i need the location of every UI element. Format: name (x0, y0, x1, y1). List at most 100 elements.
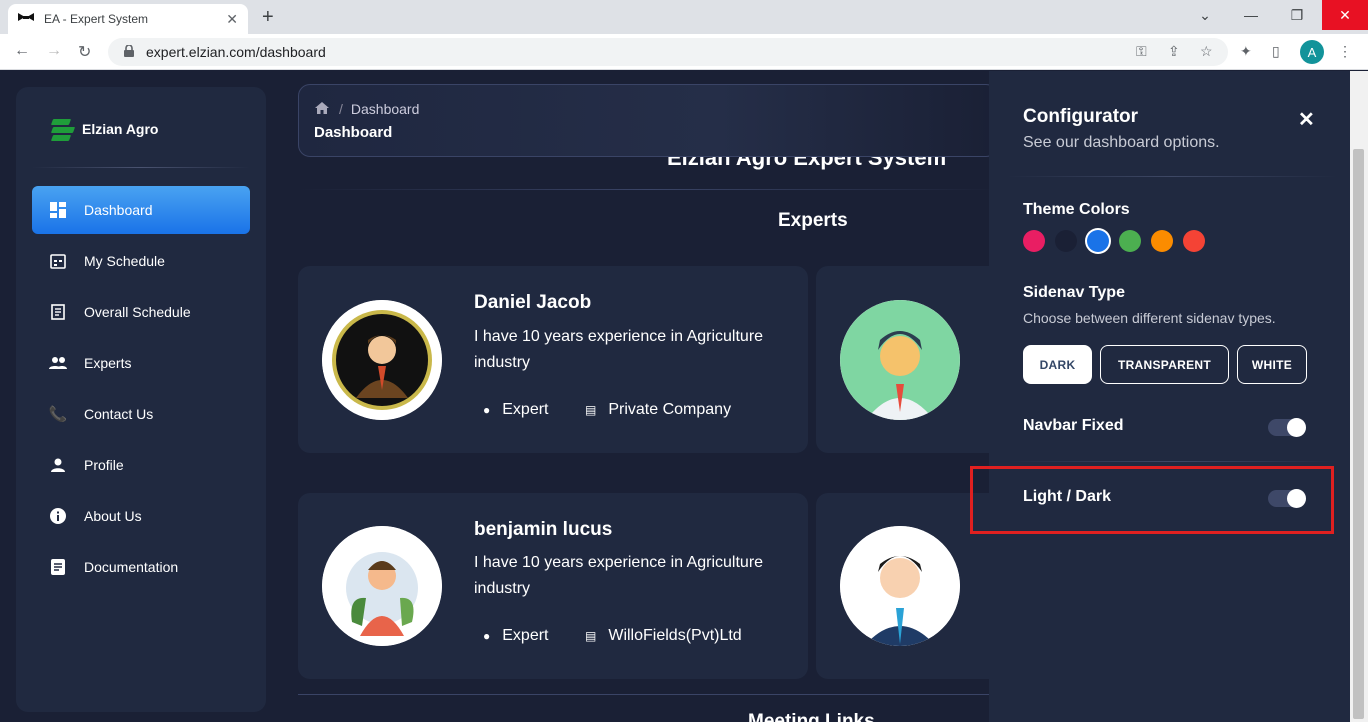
new-tab-icon[interactable]: + (262, 6, 274, 29)
theme-color-swatches (1023, 230, 1215, 252)
account-circle-icon: ● (483, 403, 491, 417)
sidebar-item-profile[interactable]: Profile (32, 441, 250, 489)
sidenav-dark-button[interactable]: DARK (1023, 345, 1092, 384)
theme-color-swatch[interactable] (1055, 230, 1077, 252)
tab-favicon-icon (18, 12, 34, 26)
scrollbar-thumb[interactable] (1353, 149, 1364, 719)
sidenav: Elzian Agro Dashboard My Schedule Overal… (16, 87, 266, 712)
theme-color-swatch[interactable] (1151, 230, 1173, 252)
sidebar-item-documentation[interactable]: Documentation (32, 543, 250, 591)
expert-name: Daniel Jacob (474, 292, 592, 313)
sidebar-item-label: Overall Schedule (84, 304, 191, 320)
home-icon[interactable] (315, 101, 329, 117)
section-divider (298, 189, 998, 190)
theme-colors-label: Theme Colors (1023, 201, 1130, 218)
theme-color-swatch[interactable] (1119, 230, 1141, 252)
close-icon[interactable]: ✕ (1298, 107, 1315, 132)
browser-tab[interactable]: EA - Expert System ✕ (8, 4, 248, 34)
expert-card[interactable]: benjamin lucus I have 10 years experienc… (298, 493, 808, 679)
sidenav-transparent-button[interactable]: TRANSPARENT (1100, 345, 1229, 384)
star-icon[interactable]: ☆ (1200, 43, 1213, 60)
navbar-fixed-label: Navbar Fixed (1023, 417, 1124, 434)
page-scrollbar[interactable] (1350, 71, 1368, 722)
sidebar-item-my-schedule[interactable]: My Schedule (32, 237, 250, 285)
configurator-divider (1007, 176, 1337, 177)
expert-company: ▤ Private Company (585, 401, 731, 419)
expert-name: benjamin lucus (474, 519, 613, 540)
configurator-panel: Configurator See our dashboard options. … (989, 71, 1350, 722)
configurator-subtitle: See our dashboard options. (1023, 134, 1220, 151)
sidenav-menu: Dashboard My Schedule Overall Schedule E… (32, 186, 250, 594)
breadcrumb: / Dashboard (315, 101, 419, 117)
people-icon (48, 353, 68, 373)
sidenav-type-buttons: DARK TRANSPARENT WHITE (1023, 345, 1315, 384)
share-icon[interactable]: ⇪ (1168, 43, 1180, 60)
brand-logo-icon (48, 115, 76, 143)
tab-search-icon[interactable]: ⌄ (1182, 0, 1228, 30)
expert-avatar (840, 300, 960, 420)
expert-role-label: Expert (502, 627, 549, 644)
info-icon (48, 506, 68, 526)
expert-description: I have 10 years experience in Agricultur… (474, 554, 764, 597)
expert-role-label: Expert (502, 401, 549, 418)
theme-color-swatch[interactable] (1087, 230, 1109, 252)
brand[interactable]: Elzian Agro (48, 115, 159, 143)
menu-icon[interactable]: ⋮ (1338, 43, 1352, 60)
expert-avatar (322, 526, 442, 646)
key-icon[interactable]: ⚿ (1136, 43, 1147, 60)
expert-role: ● Expert (483, 401, 549, 419)
sidebar-item-label: My Schedule (84, 253, 165, 269)
brand-name: Elzian Agro (82, 121, 159, 137)
sidenav-white-button[interactable]: WHITE (1237, 345, 1307, 384)
expert-company-label: Private Company (608, 401, 732, 418)
sidebar-item-label: Contact Us (84, 406, 154, 422)
sidebar-item-contact-us[interactable]: 📞 Contact Us (32, 390, 250, 438)
side-panel-icon[interactable]: ▯ (1272, 43, 1280, 60)
expert-card[interactable] (816, 266, 1016, 453)
person-icon (48, 455, 68, 475)
receipt-icon (48, 302, 68, 322)
configurator-title: Configurator (1023, 106, 1139, 127)
building-icon: ▤ (585, 403, 597, 417)
toggle-knob (1287, 418, 1306, 437)
theme-color-swatch[interactable] (1023, 230, 1045, 252)
sidebar-item-about-us[interactable]: About Us (32, 492, 250, 540)
phone-icon: 📞 (48, 406, 68, 423)
lock-icon (124, 44, 134, 60)
expert-description: I have 10 years experience in Agricultur… (474, 328, 764, 371)
back-icon[interactable]: ← (14, 42, 30, 60)
dashboard-icon (48, 200, 68, 220)
sidebar-item-label: Dashboard (84, 202, 153, 218)
restore-icon[interactable]: ❐ (1274, 0, 1320, 30)
window-close-icon[interactable]: ✕ (1322, 0, 1368, 30)
reload-icon[interactable]: ↻ (78, 42, 91, 62)
navbar-fixed-toggle[interactable] (1268, 418, 1306, 437)
top-navbar: / Dashboard Dashboard (298, 84, 998, 157)
sidebar-item-label: Experts (84, 355, 132, 371)
address-bar[interactable]: expert.elzian.com/dashboard (108, 38, 1228, 66)
section-divider (298, 694, 998, 695)
expert-role: ● Expert (483, 627, 549, 645)
sidebar-item-overall-schedule[interactable]: Overall Schedule (32, 288, 250, 336)
sidenav-divider (32, 167, 250, 168)
extensions-icon[interactable]: ✦ (1240, 43, 1252, 60)
sidebar-item-label: Documentation (84, 559, 179, 575)
forward-icon[interactable]: → (46, 42, 62, 60)
sidebar-item-label: Profile (84, 457, 124, 473)
expert-company: ▤ WilloFields(Pvt)Ltd (585, 627, 742, 645)
account-circle-icon: ● (483, 629, 491, 643)
experts-heading: Experts (778, 210, 848, 231)
breadcrumb-current: Dashboard (350, 101, 420, 117)
minimize-icon[interactable]: — (1228, 0, 1274, 30)
browser-tab-strip: EA - Expert System ✕ + ⌄ — ❐ ✕ (0, 0, 1368, 34)
browser-toolbar: ← → ↻ expert.elzian.com/dashboard ⚿ ⇪ ☆ … (0, 34, 1368, 70)
theme-color-swatch[interactable] (1183, 230, 1205, 252)
breadcrumb-separator: / (339, 101, 343, 117)
sidebar-item-experts[interactable]: Experts (32, 339, 250, 387)
profile-avatar[interactable]: A (1300, 40, 1324, 64)
building-icon: ▤ (585, 629, 597, 643)
sidebar-item-dashboard[interactable]: Dashboard (32, 186, 250, 234)
expert-card[interactable]: Daniel Jacob I have 10 years experience … (298, 266, 808, 453)
tab-close-icon[interactable]: ✕ (226, 11, 238, 28)
document-icon (48, 557, 68, 577)
